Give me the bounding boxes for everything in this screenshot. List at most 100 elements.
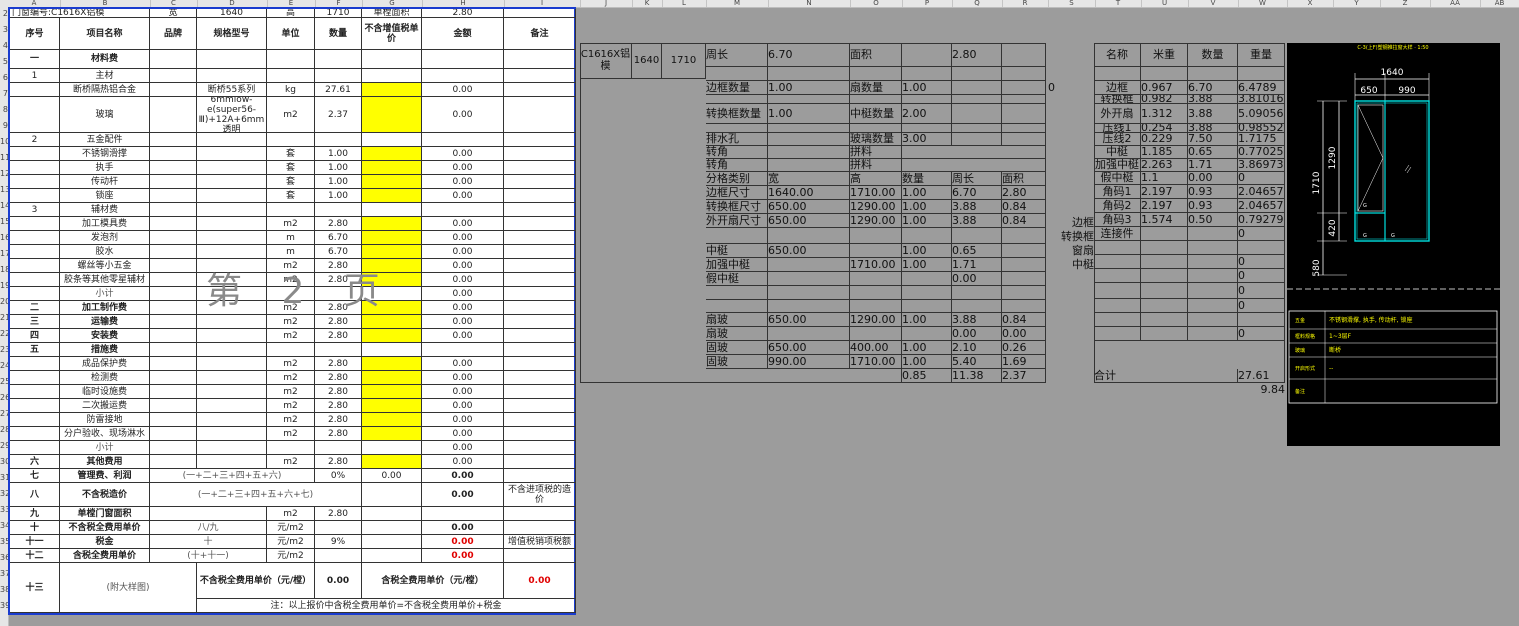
row-seq[interactable]: 六 [10,455,60,469]
row-spec[interactable]: 断桥55系列 [197,83,267,97]
weight-cell[interactable]: 0.65 [1188,146,1238,159]
summary-note[interactable]: 增值税销项税额 [504,535,576,549]
weight-cell[interactable] [1238,313,1285,327]
calc-blank[interactable] [1002,104,1046,124]
row-amount[interactable]: 0.00 [422,273,504,287]
row-unit[interactable]: 套 [267,161,315,175]
calc-glass-cell[interactable]: 5.40 [952,355,1002,369]
row-note[interactable] [504,50,576,69]
row-seq[interactable] [10,83,60,97]
width-label-cell[interactable]: 宽 [150,9,197,18]
calc-grid-header[interactable]: 宽 [768,172,850,186]
row-spec[interactable] [197,147,267,161]
calc-glass-cell[interactable]: 1.00 [902,313,952,327]
weight-cell[interactable]: 转换框 [1094,95,1141,104]
summary-amount[interactable]: 0.00 [422,483,504,507]
calc-blank[interactable] [706,286,768,300]
summary-amount[interactable] [422,507,504,521]
header-seq[interactable]: 序号 [10,18,60,50]
calc-blank[interactable] [706,228,768,244]
area-label-cell[interactable]: 单樘面积 [362,9,422,18]
row-seq[interactable] [10,413,60,427]
weight-cell[interactable]: 0.982 [1141,95,1188,104]
row-note[interactable] [504,329,576,343]
row-spec[interactable] [197,315,267,329]
weight-cell[interactable]: 5.09056 [1238,104,1285,124]
row-number[interactable]: 36 [0,553,8,562]
calc-mullion-cell[interactable]: 1710.00 [850,258,902,272]
summary-qty[interactable]: 0% [315,469,362,483]
column-header-s[interactable]: S [1048,0,1096,7]
row-note[interactable] [504,147,576,161]
calc-blank[interactable] [902,95,952,104]
weight-total-label[interactable]: 合计 [1094,369,1238,383]
row-brand[interactable] [150,287,197,301]
row-qty[interactable] [315,50,362,69]
calc-glass-cell[interactable]: 990.00 [768,355,850,369]
row-item-name[interactable]: 小计 [60,287,150,301]
summary-formula[interactable] [150,507,267,521]
weight-cell[interactable] [1188,255,1238,269]
calc-grid-cell[interactable]: 1710.00 [850,186,902,200]
calc-blank[interactable] [952,133,1002,146]
calc-sash-count-label[interactable]: 扇数量 [850,81,902,95]
row-note[interactable] [504,69,576,83]
weight-cell[interactable]: 0 [1238,283,1285,299]
row-number[interactable]: 2 [0,9,8,18]
row-item-name[interactable]: 防雷接地 [60,413,150,427]
column-header-g[interactable]: G [362,0,423,7]
row-number[interactable]: 11 [0,153,8,162]
calc-conversion-count[interactable]: 1.00 [768,104,850,124]
calc-blank[interactable] [1002,286,1046,300]
row-note[interactable] [504,231,576,245]
row-brand[interactable] [150,175,197,189]
calc-grid-header[interactable]: 数量 [902,172,952,186]
row-item-name[interactable]: 措施费 [60,343,150,357]
weight-cell[interactable]: 0.967 [1141,81,1188,95]
row-spec[interactable] [197,133,267,147]
calc-area[interactable]: 2.80 [952,43,1002,67]
row-brand[interactable] [150,329,197,343]
weight-cell[interactable] [1094,299,1141,313]
row-spec[interactable] [197,175,267,189]
calc-blank[interactable] [952,300,1002,313]
weight-cell[interactable] [1141,255,1188,269]
row-unit[interactable]: m2 [267,217,315,231]
row-unit[interactable]: m [267,231,315,245]
calc-grid-cell[interactable]: 2.80 [1002,186,1046,200]
row-unit[interactable]: m2 [267,357,315,371]
row-price-input[interactable] [362,427,422,441]
row-number[interactable]: 22 [0,329,8,338]
weight-cell[interactable] [1238,241,1285,255]
row-amount[interactable]: 0.00 [422,371,504,385]
column-header-q[interactable]: Q [952,0,1003,7]
weight-cell[interactable]: 0.93 [1188,185,1238,199]
calc-blank[interactable] [902,159,1046,172]
weight-cell[interactable]: 6.70 [1188,81,1238,95]
row-qty[interactable]: 2.80 [315,329,362,343]
row-amount[interactable] [422,133,504,147]
row-item-name[interactable]: 玻璃 [60,97,150,133]
row-note[interactable] [504,371,576,385]
weight-header[interactable]: 名称 [1094,43,1141,67]
row-seq[interactable] [10,357,60,371]
row-note[interactable] [504,217,576,231]
calc-mullion-cell[interactable] [768,258,850,272]
calc-mullion-cell[interactable]: 0.00 [952,272,1002,286]
column-header-j[interactable]: J [580,0,633,7]
row-unit[interactable]: 套 [267,175,315,189]
calc-blank[interactable] [850,300,902,313]
row-amount[interactable]: 0.00 [422,189,504,203]
calc-grid-cell[interactable]: 转换框尺寸 [706,200,768,214]
weight-cell[interactable]: 假中梃 [1094,172,1141,185]
weight-cell[interactable]: 0 [1238,269,1285,283]
row-note[interactable] [504,413,576,427]
row-brand[interactable] [150,259,197,273]
column-header-aa[interactable]: AA [1430,0,1481,7]
column-header-k[interactable]: K [632,0,663,7]
column-header-h[interactable]: H [422,0,505,7]
summary-price[interactable] [362,521,422,535]
calc-glass-cell[interactable]: 固玻 [706,341,768,355]
row-qty[interactable]: 1.00 [315,161,362,175]
row-item-name[interactable]: 不锈钢滑撑 [60,147,150,161]
